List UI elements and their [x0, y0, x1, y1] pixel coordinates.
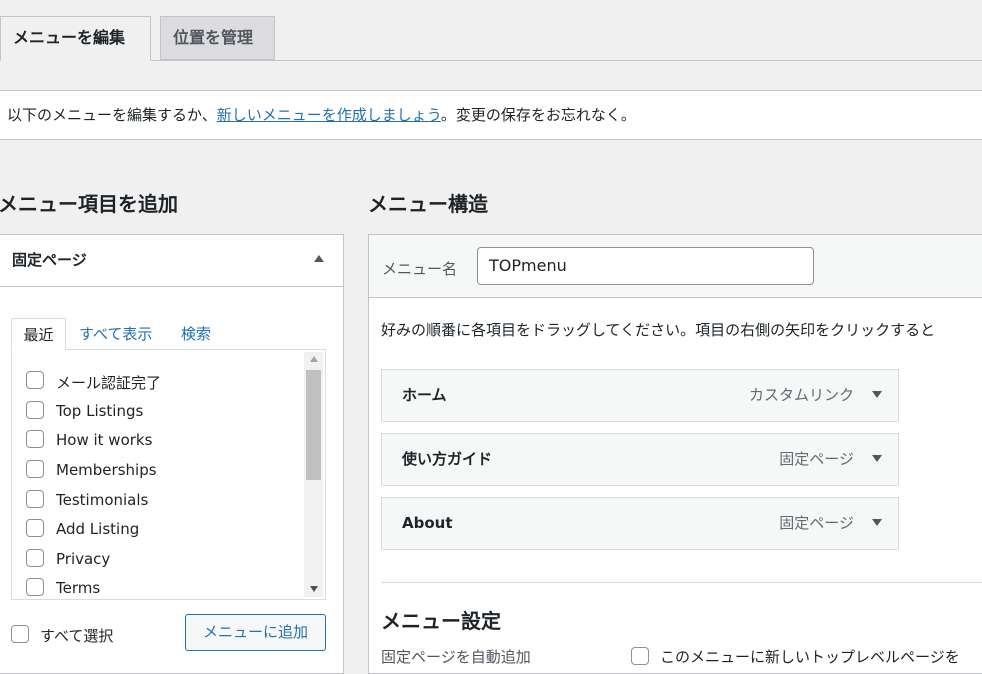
menu-item-type: 固定ページ [779, 450, 854, 468]
page-label: Top Listings [56, 402, 144, 420]
pages-panel-title: 固定ページ [12, 251, 87, 269]
auto-add-pages-checkbox[interactable] [631, 647, 649, 665]
menu-notice: 以下のメニューを編集するか、新しいメニューを作成しましょう。変更の保存をお忘れな… [0, 90, 982, 140]
menu-structure-heading: メニュー構造 [368, 192, 488, 216]
page-checkbox[interactable] [26, 430, 44, 448]
select-all-label: すべて選択 [40, 627, 114, 645]
page-checkbox[interactable] [26, 578, 44, 596]
auto-add-pages-option: このメニューに新しいトップレベルページを [660, 648, 960, 666]
expand-arrow-icon[interactable] [872, 391, 882, 398]
notice-text-after: 。変更の保存をお忘れなく。 [440, 106, 636, 124]
menu-item-guide[interactable]: 使い方ガイド 固定ページ [381, 433, 899, 486]
tab-search[interactable]: 検索 [181, 318, 211, 350]
page-checkbox[interactable] [26, 549, 44, 567]
tab-manage-locations[interactable]: 位置を管理 [160, 16, 275, 60]
create-new-menu-link[interactable]: 新しいメニューを作成しましょう [217, 106, 441, 124]
page-checkbox[interactable] [26, 460, 44, 478]
menu-name-label: メニュー名 [382, 260, 458, 278]
menu-name-input[interactable]: TOPmenu [477, 247, 814, 285]
menu-settings-heading: メニュー設定 [381, 609, 501, 633]
page-label: Terms [56, 579, 101, 597]
menu-item-home[interactable]: ホーム カスタムリンク [381, 369, 899, 422]
list-scrollbar-thumb[interactable] [306, 370, 321, 480]
page-checkbox[interactable] [26, 401, 44, 419]
menu-item-type: 固定ページ [779, 514, 854, 532]
menu-item-title: ホーム [402, 386, 447, 404]
tab-recent[interactable]: 最近 [11, 318, 66, 350]
add-to-menu-button[interactable]: メニューに追加 [185, 614, 326, 651]
scroll-up-arrow-icon[interactable] [310, 356, 318, 362]
page-label: Testimonials [56, 491, 149, 509]
page-checkbox[interactable] [26, 371, 44, 389]
page-label: Privacy [56, 550, 111, 568]
expand-arrow-icon[interactable] [872, 519, 882, 526]
page-label: Add Listing [56, 520, 140, 538]
tab-view-all[interactable]: すべて表示 [79, 318, 152, 350]
tab-edit-menus[interactable]: メニューを編集 [0, 16, 151, 61]
page-label: Memberships [56, 461, 157, 479]
add-menu-items-heading: メニュー項目を追加 [0, 192, 178, 216]
page-checkbox[interactable] [26, 519, 44, 537]
expand-arrow-icon[interactable] [872, 455, 882, 462]
menu-item-title: 使い方ガイド [402, 450, 493, 468]
notice-text-before: 以下のメニューを編集するか、 [7, 106, 217, 124]
drag-instructions: 好みの順番に各項目をドラッグしてください。項目の右側の矢印をクリックすると [381, 321, 936, 339]
menu-item-title: About [402, 514, 453, 532]
collapse-arrow-icon[interactable] [314, 255, 324, 262]
page-checkbox[interactable] [26, 490, 44, 508]
auto-add-pages-label: 固定ページを自動追加 [381, 648, 531, 666]
page-label: メール認証完了 [56, 374, 162, 392]
select-all-checkbox[interactable] [11, 625, 29, 643]
menu-item-type: カスタムリンク [748, 386, 854, 404]
page-label: How it works [56, 431, 153, 449]
scroll-down-arrow-icon[interactable] [310, 586, 318, 592]
settings-divider [381, 582, 982, 583]
menu-item-about[interactable]: About 固定ページ [381, 497, 899, 550]
